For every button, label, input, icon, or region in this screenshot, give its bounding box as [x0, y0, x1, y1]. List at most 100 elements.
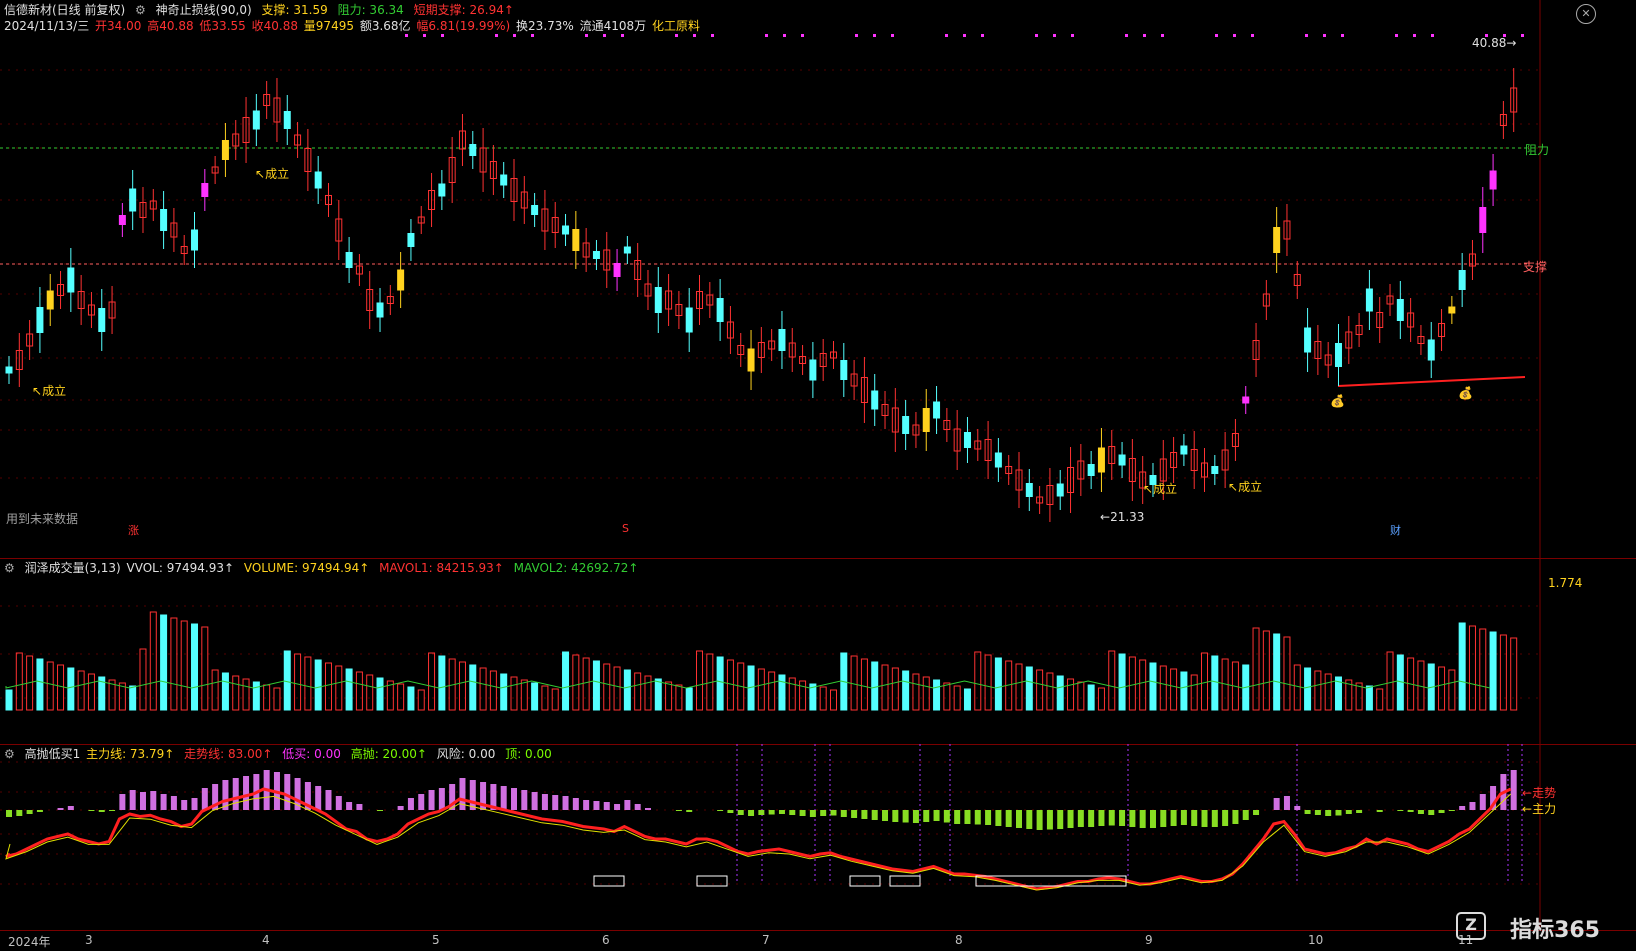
candle-body: [36, 307, 44, 333]
volume-bar: [324, 662, 332, 711]
histogram-bar: [129, 790, 136, 810]
indicator-name: 神奇止损线(90,0): [155, 3, 252, 17]
volume-bar: [139, 648, 147, 711]
histogram-bar: [624, 800, 631, 810]
gear-icon[interactable]: ⚙: [4, 747, 15, 761]
signal-dot: [405, 34, 408, 37]
volume-bar: [242, 678, 250, 711]
candle-body: [1097, 447, 1105, 473]
histogram-bar: [1170, 810, 1177, 826]
month-tick-5: 7: [762, 933, 770, 947]
candle-body: [1211, 466, 1219, 474]
trend-tag: ←走势: [1522, 786, 1557, 800]
s-marker[interactable]: S: [622, 522, 629, 535]
volume-bar: [1510, 637, 1518, 711]
volume-bar: [1149, 662, 1157, 711]
volume-bar: [252, 681, 260, 711]
signal-dot: [531, 34, 534, 37]
histogram-bar: [789, 810, 796, 815]
volume-bar: [850, 655, 858, 711]
histogram-bar: [912, 810, 919, 823]
candle-body: [5, 366, 13, 374]
volume-bar: [428, 652, 436, 711]
gear-icon[interactable]: ⚙: [4, 561, 15, 575]
indicator-chart[interactable]: [0, 744, 1636, 930]
histogram-bar: [1222, 810, 1229, 826]
histogram-bar: [1469, 802, 1476, 810]
histogram-bar: [778, 810, 785, 814]
signal-dot: [1071, 34, 1074, 37]
volume-bar: [160, 614, 168, 711]
signal-dot: [891, 34, 894, 37]
volume-bar: [1489, 631, 1497, 711]
volume-bar: [1365, 685, 1373, 711]
volume-bar: [1056, 675, 1064, 711]
histogram-bar: [1376, 810, 1383, 812]
volume-max-label: 1.774: [1548, 576, 1583, 590]
histogram-bar: [840, 810, 847, 817]
histogram-bar: [356, 804, 363, 810]
histogram-bar: [820, 810, 827, 816]
histogram-bar: [1335, 810, 1342, 816]
month-tick-4: 6: [602, 933, 610, 947]
volume-bars[interactable]: [0, 558, 1636, 744]
candle-body: [1427, 339, 1435, 361]
quote-high: 高40.88: [147, 19, 194, 33]
quote-sector[interactable]: 化工原料: [652, 19, 700, 33]
histogram-bar: [954, 810, 961, 824]
volume-bar: [87, 673, 95, 711]
indicator-chart-pane[interactable]: [0, 744, 1636, 931]
volume-bar: [562, 651, 570, 711]
volume-bar: [1283, 636, 1291, 711]
candle-body: [160, 209, 168, 231]
volume-bar: [768, 671, 776, 711]
high-sell-value: 高抛: 20.00↑: [350, 747, 427, 761]
price-header-row2: 2024/11/13/三 开34.00 高40.88 低33.55 收40.88…: [4, 18, 706, 34]
histogram-bar: [1242, 810, 1249, 820]
volume-bar: [1304, 667, 1312, 711]
candle-body: [438, 183, 446, 197]
gear-icon[interactable]: ⚙: [135, 3, 146, 17]
future-data-note: 用到未来数据: [6, 512, 79, 526]
volume-bar: [345, 668, 353, 711]
candle-body: [1479, 207, 1487, 233]
volume-bar: [1097, 687, 1105, 711]
candle-body: [1087, 464, 1095, 476]
close-icon[interactable]: ✕: [1576, 4, 1596, 24]
histogram-bar: [16, 810, 23, 816]
volume-bar: [860, 658, 868, 711]
volume-bar: [407, 686, 415, 711]
candle-body: [1025, 483, 1033, 497]
histogram-bar: [1510, 770, 1517, 810]
histogram-bar: [1479, 794, 1486, 810]
candle-body: [623, 246, 631, 254]
price-candles[interactable]: [0, 0, 1636, 558]
quote-amount: 额3.68亿: [359, 19, 411, 33]
month-tick-7: 9: [1145, 933, 1153, 947]
volume-bar: [613, 666, 621, 711]
volume-bar: [1159, 665, 1167, 711]
histogram-bar: [500, 786, 507, 810]
signal-dot: [1323, 34, 1326, 37]
signal-dot: [765, 34, 768, 37]
zhang-marker[interactable]: 涨: [128, 522, 139, 538]
candle-body: [1304, 327, 1312, 353]
histogram-bar: [67, 806, 74, 810]
volume-bar: [1067, 678, 1075, 711]
volume-bar: [994, 657, 1002, 711]
signal-dot: [423, 34, 426, 37]
histogram-bar: [1211, 810, 1218, 827]
histogram-bar: [1314, 810, 1321, 815]
volume-bar: [191, 623, 199, 711]
cai-marker[interactable]: 财: [1390, 522, 1401, 538]
candle-body: [902, 416, 910, 434]
volume-bar: [984, 654, 992, 711]
volume-bar: [1201, 652, 1209, 711]
volume-chart-pane[interactable]: [0, 558, 1636, 745]
short-support-value: 短期支撑: 26.94↑: [413, 3, 514, 17]
histogram-bar: [1057, 810, 1064, 829]
price-chart-pane[interactable]: 信德新材(日线 前复权) ⚙ 神奇止损线(90,0) 支撑: 31.59 阻力:…: [0, 0, 1636, 559]
histogram-bar: [201, 788, 208, 810]
volume-bar: [376, 677, 384, 711]
histogram-bar: [531, 792, 538, 810]
